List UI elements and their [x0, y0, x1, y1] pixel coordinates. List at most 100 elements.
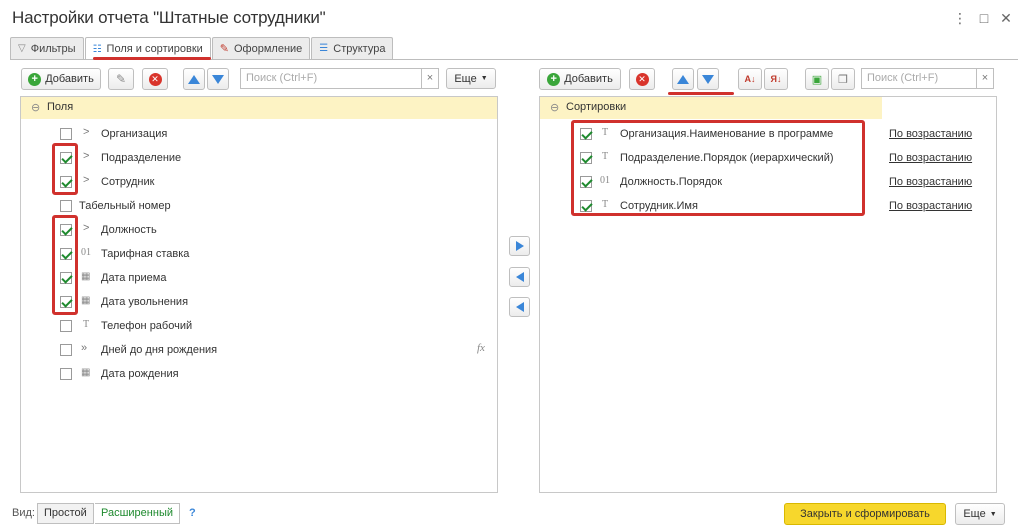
field-label: Дней до дня рождения — [101, 344, 218, 356]
delete-icon: ✕ — [635, 72, 649, 86]
move-left-button[interactable] — [509, 267, 530, 287]
more-menu-icon[interactable]: ⋮ — [952, 8, 968, 28]
highlight-box — [571, 120, 865, 216]
calendar-icon: ▦ — [81, 271, 91, 282]
arrow-left-icon — [515, 302, 524, 312]
left-move-up-button[interactable] — [183, 68, 205, 90]
field-row[interactable]: T Телефон рабочий — [21, 315, 497, 337]
sort-descending-button[interactable]: Я↓ — [764, 68, 788, 90]
fields-sort-icon: ☷ — [92, 43, 102, 55]
field-row[interactable]: » Дней до дня рождения fx — [21, 339, 497, 361]
fields-header-label: Поля — [47, 101, 74, 113]
formula-icon: fx — [477, 342, 485, 354]
uncheck-all-button[interactable]: ❐ — [831, 68, 855, 90]
plus-icon: + — [28, 72, 42, 86]
double-chevron-icon: » — [81, 342, 88, 354]
field-row[interactable]: ▦ Дата приема — [21, 267, 497, 289]
calendar-icon: ▦ — [81, 295, 91, 306]
field-row[interactable]: > Организация — [21, 123, 497, 145]
field-row[interactable]: > Сотрудник — [21, 171, 497, 193]
left-delete-button[interactable]: ✕ — [142, 68, 168, 90]
field-checkbox[interactable] — [60, 320, 72, 332]
sort-ascending-icon: A↓ — [744, 74, 756, 84]
view-label: Вид: — [12, 507, 35, 519]
delete-icon: ✕ — [148, 72, 162, 86]
add-label: Добавить — [564, 73, 613, 85]
right-move-up-button[interactable] — [672, 68, 694, 90]
sort-order-link[interactable]: По возрастанию — [889, 128, 972, 140]
sort-order-link[interactable]: По возрастанию — [889, 152, 972, 164]
field-row[interactable]: > Должность — [21, 219, 497, 241]
field-row[interactable]: > Подразделение — [21, 147, 497, 169]
left-more-button[interactable]: Еще ▼ — [446, 68, 496, 89]
add-label: Добавить — [45, 73, 94, 85]
field-label: Тарифная ставка — [101, 248, 190, 260]
more-label: Еще — [454, 72, 477, 85]
arrow-up-icon — [188, 74, 200, 84]
fields-panel: ⊖ Поля > Организация > Подразделение > С… — [20, 96, 498, 493]
check-all-button[interactable]: ▣ — [805, 68, 829, 90]
field-label: Организация — [101, 128, 168, 140]
window-title: Настройки отчета "Штатные сотрудники" — [12, 8, 326, 27]
fields-header[interactable]: ⊖ Поля — [21, 97, 497, 119]
field-row[interactable]: Табельный номер — [21, 195, 497, 217]
number-type-icon: 01 — [81, 247, 91, 258]
view-advanced-button[interactable]: Расширенный — [95, 503, 180, 524]
text-type-icon: T — [83, 319, 90, 330]
help-icon[interactable]: ? — [189, 507, 196, 519]
field-row[interactable]: 01 Тарифная ставка — [21, 243, 497, 265]
tab-filters[interactable]: ▽ Фильтры — [10, 37, 84, 59]
field-checkbox[interactable] — [60, 344, 72, 356]
field-checkbox[interactable] — [60, 128, 72, 140]
right-delete-button[interactable]: ✕ — [629, 68, 655, 90]
left-search-clear-button[interactable]: × — [421, 68, 439, 89]
structure-icon: ☰ — [319, 43, 329, 54]
edit-button[interactable]: ✎ — [108, 68, 134, 90]
field-label: Дата рождения — [101, 368, 179, 380]
highlight-box — [52, 215, 78, 315]
tab-label: Фильтры — [30, 42, 76, 55]
footer-more-button[interactable]: Еще ▼ — [955, 503, 1005, 525]
tab-appearance[interactable]: ✎ Оформление — [211, 37, 311, 59]
left-search-input[interactable]: Поиск (Ctrl+F) — [240, 68, 422, 89]
left-add-button[interactable]: + Добавить — [21, 68, 101, 90]
move-all-left-button[interactable] — [509, 297, 530, 317]
field-label: Телефон рабочий — [101, 320, 193, 332]
field-checkbox[interactable] — [60, 368, 72, 380]
sorting-header-label: Сортировки — [566, 101, 627, 113]
field-row[interactable]: ▦ Дата увольнения — [21, 291, 497, 313]
field-label: Табельный номер — [79, 200, 171, 212]
filter-icon: ▽ — [18, 43, 26, 54]
more-label: Еще — [963, 508, 986, 520]
tab-label: Оформление — [234, 42, 303, 55]
brush-icon: ✎ — [219, 43, 229, 55]
uncheck-all-icon: ❐ — [838, 73, 848, 86]
move-right-button[interactable] — [509, 236, 530, 256]
right-move-down-button[interactable] — [697, 68, 719, 90]
right-search-clear-button[interactable]: × — [976, 68, 994, 89]
sort-order-link[interactable]: По возрастанию — [889, 200, 972, 212]
active-tab-highlight — [93, 57, 211, 60]
highlight-box — [52, 143, 78, 195]
sort-order-link[interactable]: По возрастанию — [889, 176, 972, 188]
tab-structure[interactable]: ☰ Структура — [311, 37, 394, 59]
close-icon[interactable]: ✕ — [998, 8, 1014, 28]
collapse-icon[interactable]: ⊖ — [550, 101, 559, 114]
calendar-icon: ▦ — [81, 367, 91, 378]
sort-ascending-button[interactable]: A↓ — [738, 68, 762, 90]
arrow-left-icon — [515, 272, 524, 282]
field-row[interactable]: ▦ Дата рождения — [21, 363, 497, 385]
field-label: Дата приема — [101, 272, 167, 284]
right-search-input[interactable]: Поиск (Ctrl+F) — [861, 68, 977, 89]
sorting-header[interactable]: ⊖ Сортировки — [540, 97, 882, 119]
collapse-icon[interactable]: ⊖ — [31, 101, 40, 114]
right-add-button[interactable]: + Добавить — [539, 68, 621, 90]
highlight-underline — [668, 92, 734, 95]
field-checkbox[interactable] — [60, 200, 72, 212]
maximize-icon[interactable]: □ — [976, 8, 992, 28]
close-and-build-button[interactable]: Закрыть и сформировать — [784, 503, 946, 525]
left-move-down-button[interactable] — [207, 68, 229, 90]
view-simple-button[interactable]: Простой — [37, 503, 94, 524]
field-label: Дата увольнения — [101, 296, 189, 308]
field-label: Подразделение — [101, 152, 182, 164]
